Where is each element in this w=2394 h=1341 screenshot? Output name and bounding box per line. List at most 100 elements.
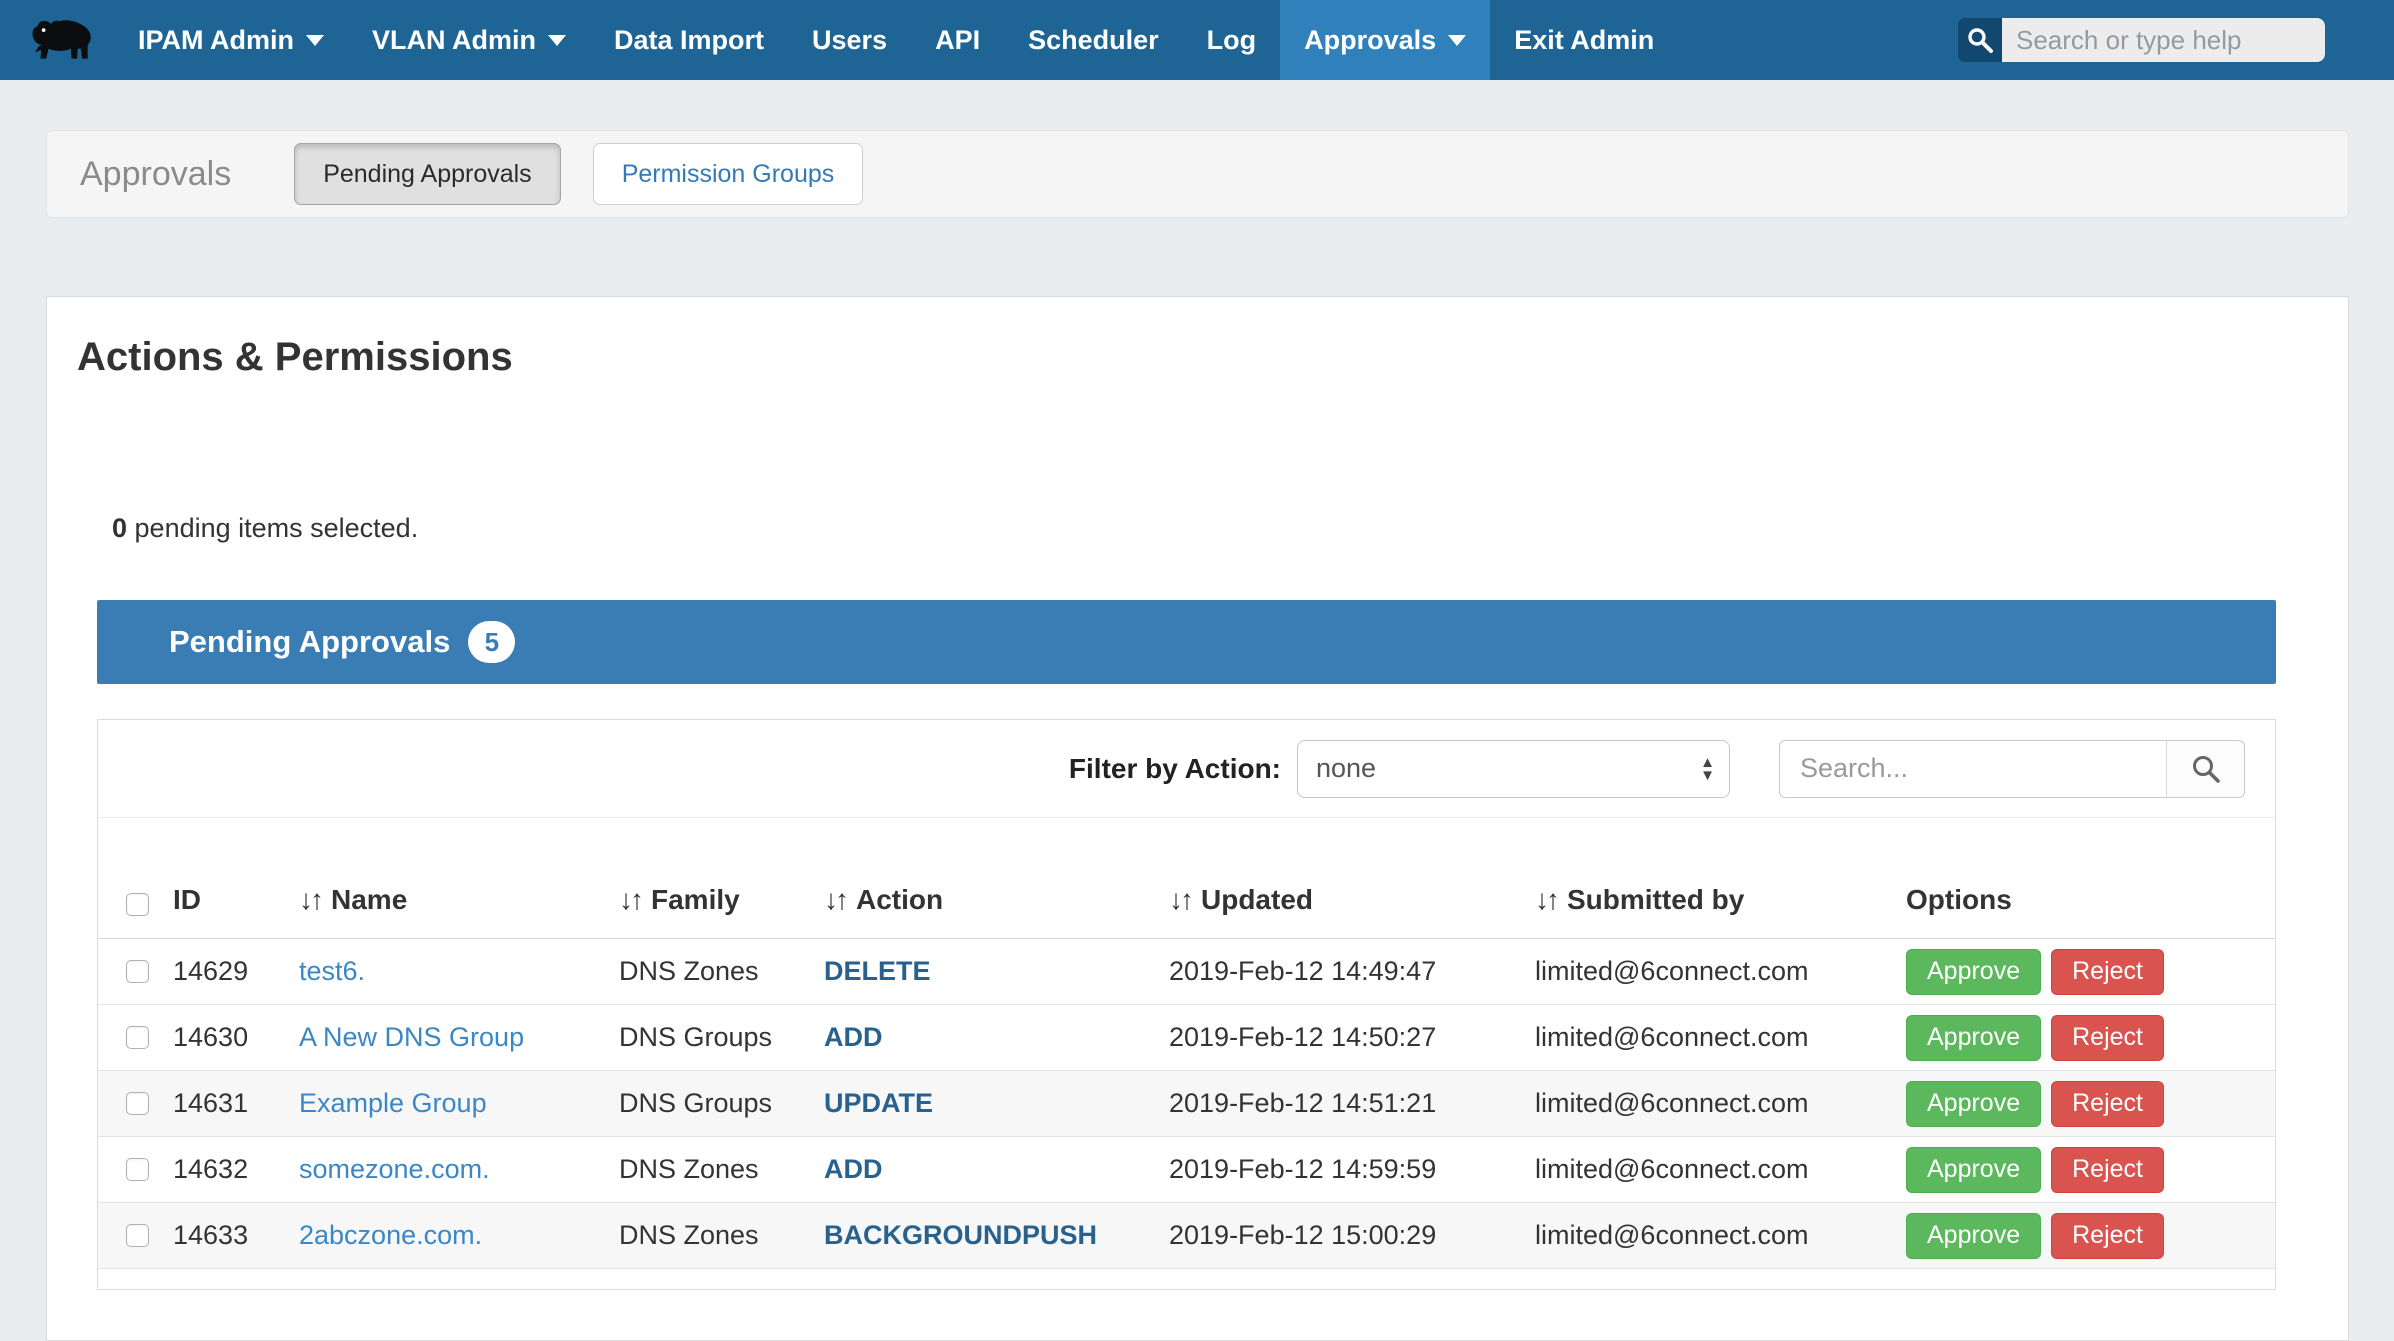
app-logo[interactable] bbox=[30, 0, 92, 80]
nav-item-label: IPAM Admin bbox=[138, 25, 294, 56]
sort-icon: ↓↑ bbox=[619, 884, 641, 915]
nav-item-label: Data Import bbox=[614, 25, 764, 56]
nav-item[interactable]: Approvals bbox=[1280, 0, 1490, 80]
sort-icon: ↓↑ bbox=[299, 884, 321, 915]
selected-text: pending items selected. bbox=[127, 513, 418, 543]
sort-icon: ↓↑ bbox=[1535, 884, 1557, 915]
col-options: Options bbox=[1906, 884, 2275, 916]
cell-action: ADD bbox=[824, 1154, 1169, 1185]
reject-button[interactable]: Reject bbox=[2051, 949, 2164, 995]
item-name-link[interactable]: 2abczone.com. bbox=[299, 1220, 482, 1250]
approve-button[interactable]: Approve bbox=[1906, 1213, 2041, 1259]
table-search-input[interactable] bbox=[1779, 740, 2167, 798]
item-name-link[interactable]: Example Group bbox=[299, 1088, 487, 1118]
table-search bbox=[1779, 740, 2245, 798]
select-all-checkbox[interactable] bbox=[126, 893, 149, 916]
table-search-button[interactable] bbox=[2167, 740, 2245, 798]
nav-item[interactable]: Log bbox=[1183, 0, 1280, 80]
table-row: 14632 somezone.com. DNS Zones ADD 2019-F… bbox=[98, 1137, 2275, 1203]
cell-action: DELETE bbox=[824, 956, 1169, 987]
tab-pending-approvals[interactable]: Pending Approvals bbox=[294, 143, 560, 205]
nav-item[interactable]: API bbox=[911, 0, 1004, 80]
cell-updated: 2019-Feb-12 14:51:21 bbox=[1169, 1088, 1535, 1119]
approve-button[interactable]: Approve bbox=[1906, 1015, 2041, 1061]
item-name-link[interactable]: test6. bbox=[299, 956, 365, 986]
actions-permissions-card: Actions & Permissions 0 pending items se… bbox=[46, 296, 2349, 1341]
cell-family: DNS Zones bbox=[619, 1154, 824, 1185]
cell-updated: 2019-Feb-12 15:00:29 bbox=[1169, 1220, 1535, 1251]
approve-button[interactable]: Approve bbox=[1906, 1081, 2041, 1127]
filter-action-select[interactable]: none ▲ ▼ bbox=[1297, 740, 1730, 798]
col-name[interactable]: ↓↑Name bbox=[299, 884, 619, 916]
approve-button[interactable]: Approve bbox=[1906, 949, 2041, 995]
cell-updated: 2019-Feb-12 14:59:59 bbox=[1169, 1154, 1535, 1185]
nav-item-label: Log bbox=[1207, 25, 1256, 56]
nav-item[interactable]: Users bbox=[788, 0, 911, 80]
selected-count: 0 bbox=[112, 513, 127, 543]
row-checkbox[interactable] bbox=[126, 1158, 149, 1181]
row-checkbox[interactable] bbox=[126, 960, 149, 983]
table-row: 14630 A New DNS Group DNS Groups ADD 201… bbox=[98, 1005, 2275, 1071]
nav-item[interactable]: IPAM Admin bbox=[114, 0, 348, 80]
cell-id: 14630 bbox=[173, 1022, 299, 1053]
select-stepper-icon: ▲ ▼ bbox=[1700, 756, 1715, 782]
col-updated[interactable]: ↓↑Updated bbox=[1169, 884, 1535, 916]
row-checkbox[interactable] bbox=[126, 1092, 149, 1115]
global-search-input[interactable] bbox=[2002, 18, 2325, 62]
reject-button[interactable]: Reject bbox=[2051, 1081, 2164, 1127]
top-navbar: IPAM Admin VLAN Admin Data Import Users … bbox=[0, 0, 2394, 80]
nav-item[interactable]: VLAN Admin bbox=[348, 0, 590, 80]
table-body: 14629 test6. DNS Zones DELETE 2019-Feb-1… bbox=[98, 939, 2275, 1269]
cell-submitted-by: limited@6connect.com bbox=[1535, 1088, 1906, 1119]
sort-icon: ↓↑ bbox=[824, 884, 846, 915]
cell-submitted-by: limited@6connect.com bbox=[1535, 956, 1906, 987]
table-row: 14631 Example Group DNS Groups UPDATE 20… bbox=[98, 1071, 2275, 1137]
col-submitted-by[interactable]: ↓↑Submitted by bbox=[1535, 884, 1906, 916]
table-row: 14629 test6. DNS Zones DELETE 2019-Feb-1… bbox=[98, 939, 2275, 1005]
reject-button[interactable]: Reject bbox=[2051, 1015, 2164, 1061]
nav-item[interactable]: Data Import bbox=[590, 0, 788, 80]
card-heading: Actions & Permissions bbox=[77, 335, 513, 380]
cell-action: UPDATE bbox=[824, 1088, 1169, 1119]
cell-submitted-by: limited@6connect.com bbox=[1535, 1220, 1906, 1251]
filter-toolbar: Filter by Action: none ▲ ▼ bbox=[98, 720, 2275, 818]
sort-icon: ↓↑ bbox=[1169, 884, 1191, 915]
count-badge: 5 bbox=[468, 621, 515, 663]
cell-action: BACKGROUNDPUSH bbox=[824, 1220, 1169, 1251]
search-button[interactable] bbox=[1958, 18, 2002, 62]
cell-updated: 2019-Feb-12 14:49:47 bbox=[1169, 956, 1535, 987]
nav-item-label: Exit Admin bbox=[1514, 25, 1654, 56]
nav-item-label: Approvals bbox=[1304, 25, 1436, 56]
cell-submitted-by: limited@6connect.com bbox=[1535, 1022, 1906, 1053]
item-name-link[interactable]: A New DNS Group bbox=[299, 1022, 524, 1052]
item-name-link[interactable]: somezone.com. bbox=[299, 1154, 490, 1184]
cell-id: 14632 bbox=[173, 1154, 299, 1185]
tab-permission-groups[interactable]: Permission Groups bbox=[593, 143, 864, 205]
nav-item-label: VLAN Admin bbox=[372, 25, 536, 56]
cell-submitted-by: limited@6connect.com bbox=[1535, 1154, 1906, 1185]
row-checkbox[interactable] bbox=[126, 1026, 149, 1049]
nav-item[interactable]: Exit Admin bbox=[1490, 0, 1678, 80]
cell-family: DNS Zones bbox=[619, 1220, 824, 1251]
caret-down-icon bbox=[306, 35, 324, 46]
row-checkbox[interactable] bbox=[126, 1224, 149, 1247]
reject-button[interactable]: Reject bbox=[2051, 1147, 2164, 1193]
cell-family: DNS Zones bbox=[619, 956, 824, 987]
table-header-row: ID ↓↑Name ↓↑Family ↓↑Action ↓↑Updated ↓↑… bbox=[98, 818, 2275, 939]
search-icon bbox=[1966, 26, 1994, 54]
nav-item[interactable]: Scheduler bbox=[1004, 0, 1183, 80]
nav-item-label: API bbox=[935, 25, 980, 56]
search-icon bbox=[2190, 753, 2222, 785]
col-action[interactable]: ↓↑Action bbox=[824, 884, 1169, 916]
col-id[interactable]: ID bbox=[173, 884, 299, 916]
approvals-table-container: Filter by Action: none ▲ ▼ bbox=[97, 719, 2276, 1290]
page-title: Approvals bbox=[80, 155, 231, 194]
reject-button[interactable]: Reject bbox=[2051, 1213, 2164, 1259]
panel-title: Pending Approvals bbox=[169, 624, 450, 660]
col-family[interactable]: ↓↑Family bbox=[619, 884, 824, 916]
rhino-logo-icon bbox=[30, 12, 92, 68]
cell-family: DNS Groups bbox=[619, 1088, 824, 1119]
cell-id: 14633 bbox=[173, 1220, 299, 1251]
approve-button[interactable]: Approve bbox=[1906, 1147, 2041, 1193]
cell-action: ADD bbox=[824, 1022, 1169, 1053]
